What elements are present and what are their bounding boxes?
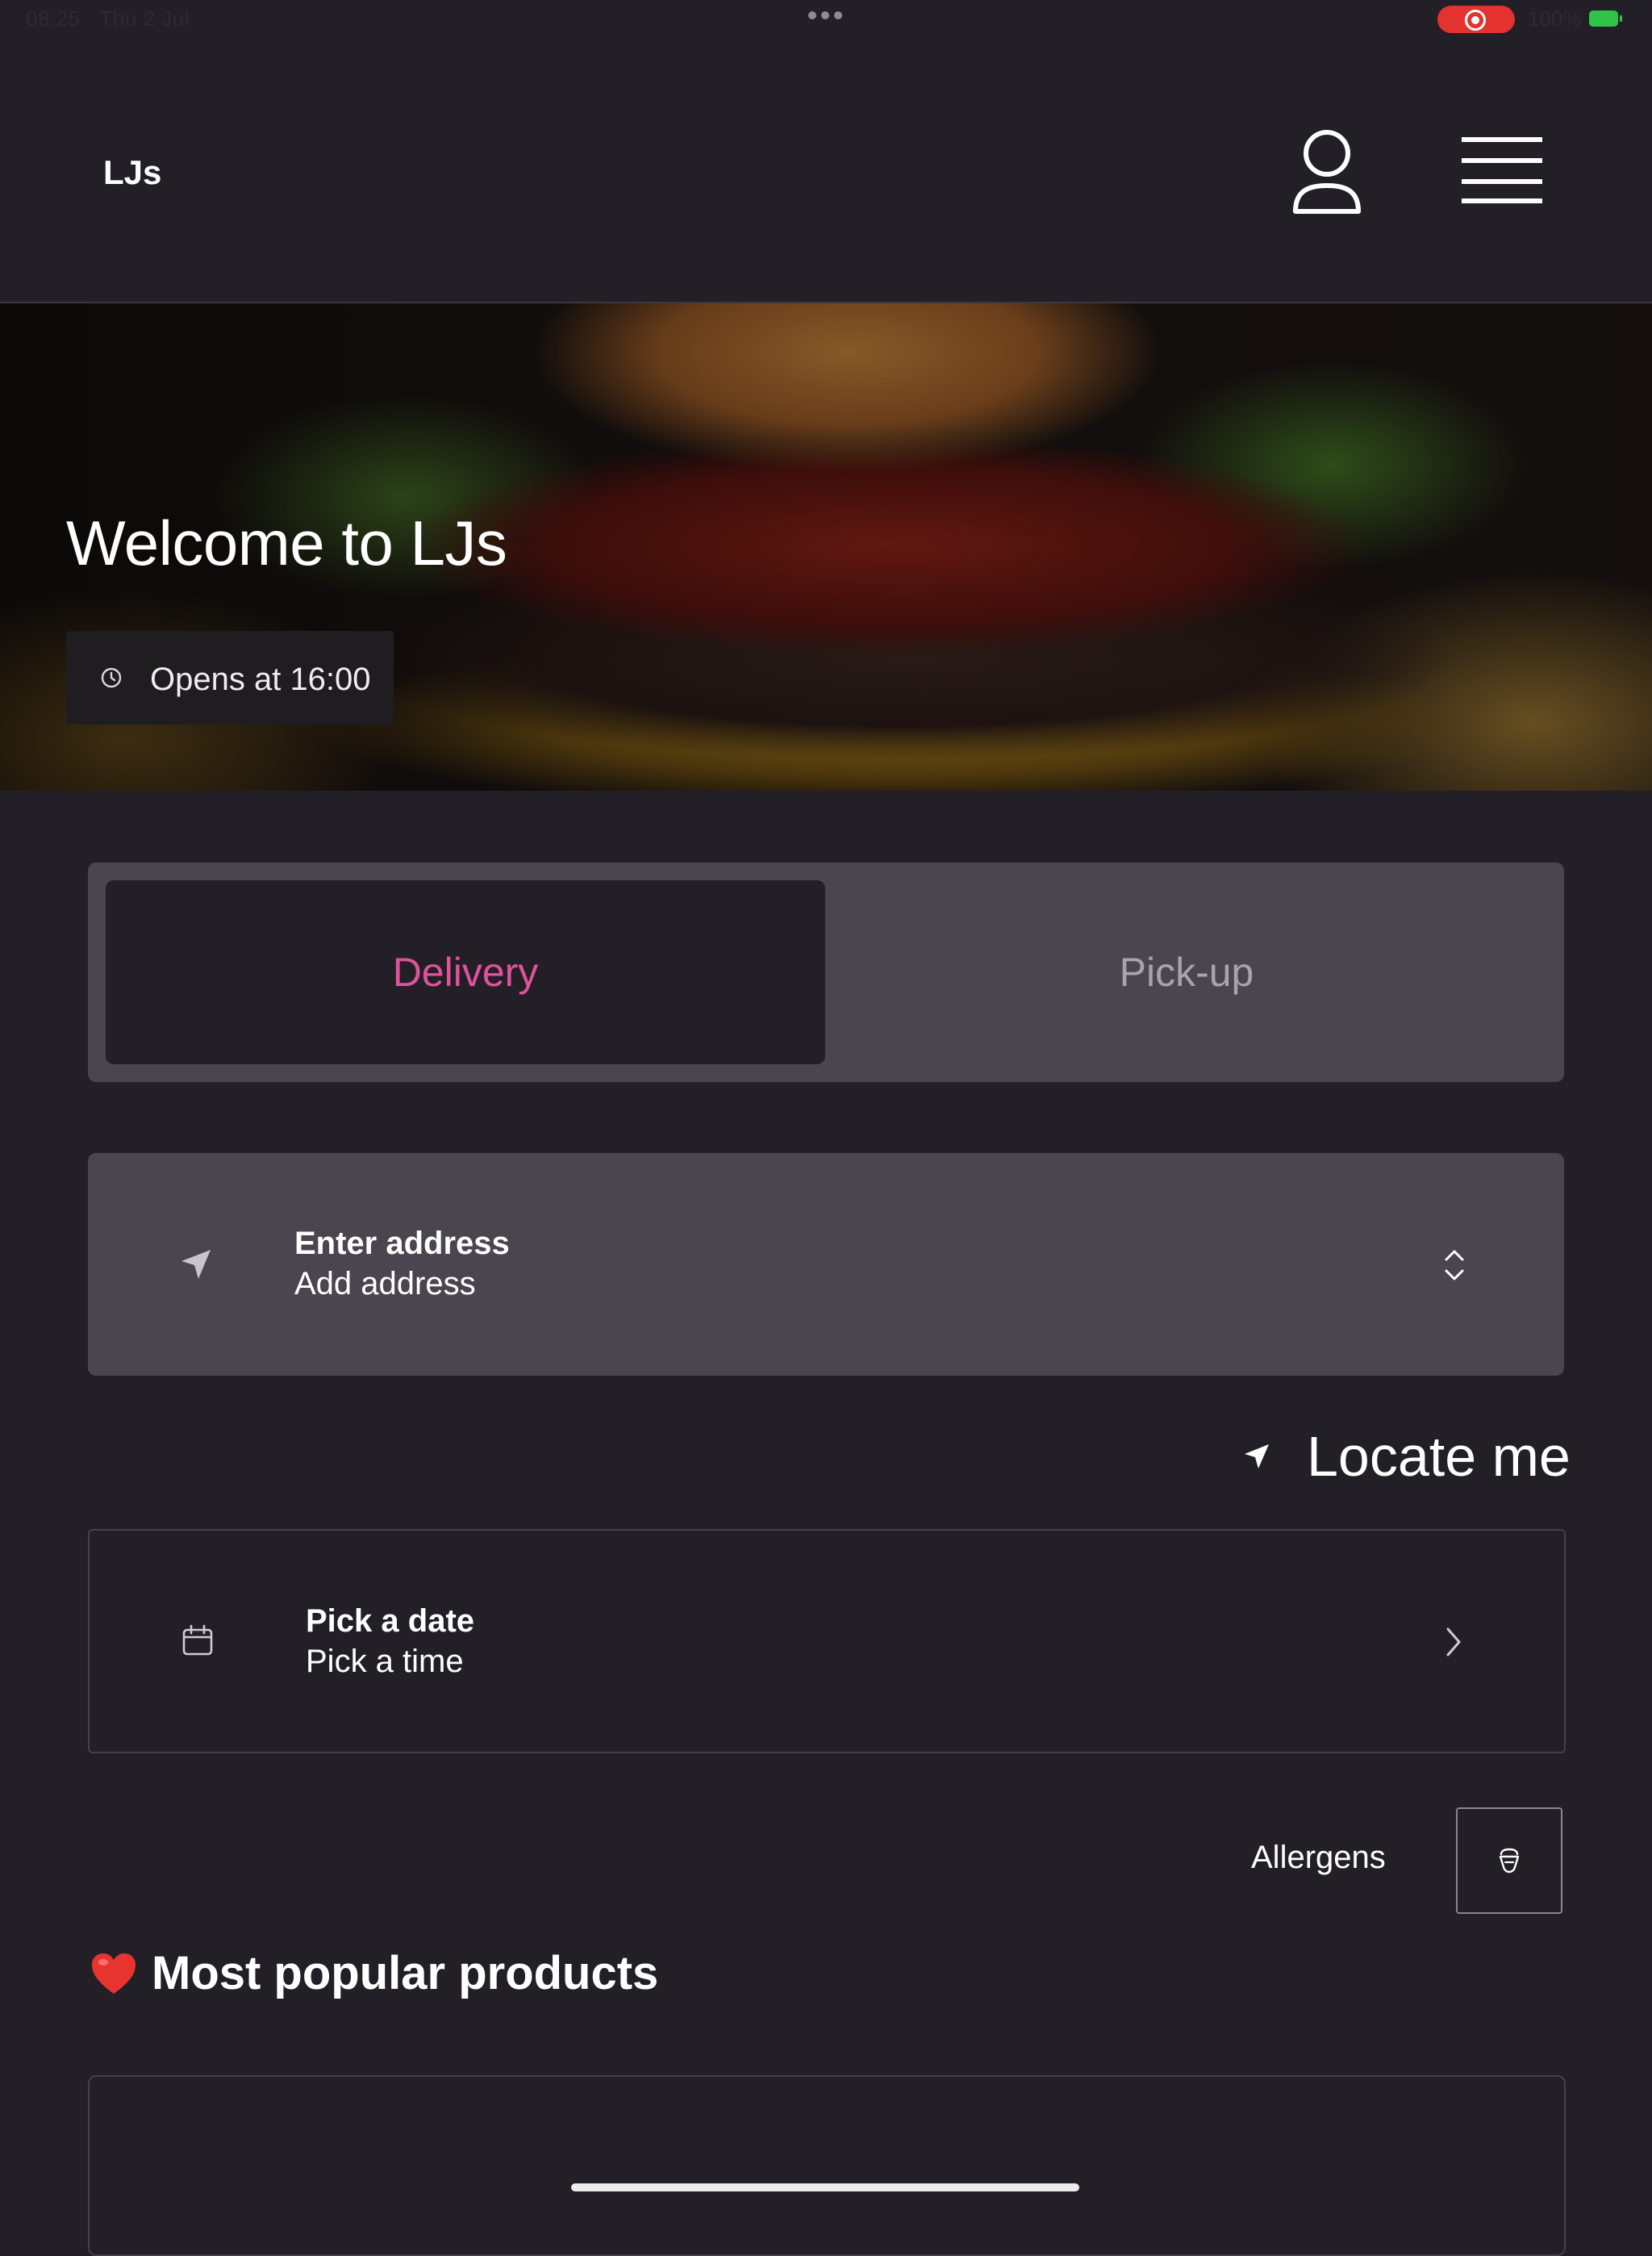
chevron-up-down-icon	[1445, 1250, 1464, 1280]
locate-me-button[interactable]: Locate me	[1242, 1420, 1571, 1493]
allergen-icon	[1499, 1848, 1520, 1874]
navigation-arrow-icon	[181, 1250, 211, 1279]
menu-icon[interactable]	[1462, 136, 1542, 205]
address-selector[interactable]: Enter address Add address	[88, 1153, 1564, 1376]
date-time-picker[interactable]: Pick a date Pick a time	[88, 1529, 1566, 1753]
order-type-toggle: Delivery Pick-up	[88, 863, 1564, 1082]
app-header	[0, 39, 1652, 303]
battery-icon	[1589, 10, 1622, 27]
status-bar-left: 08:25 Thu 2 Jul	[26, 6, 190, 31]
calendar-icon	[182, 1624, 213, 1656]
section-heading-popular: Most popular products	[90, 1946, 658, 2000]
opening-hours-text: Opens at 16:00	[150, 662, 371, 697]
product-card[interactable]	[88, 2075, 1566, 2256]
user-icon[interactable]	[1291, 127, 1363, 216]
welcome-title: Welcome to LJs	[66, 508, 507, 579]
brand-logo[interactable]: LJs	[103, 153, 161, 192]
popular-title: Most popular products	[152, 1947, 659, 1999]
address-label: Enter address	[294, 1226, 510, 1261]
status-date: Thu 2 Jul	[99, 6, 190, 31]
home-indicator[interactable]	[571, 2183, 1079, 2191]
navigation-arrow-icon	[1245, 1444, 1269, 1468]
screen-recording-icon	[1437, 6, 1515, 33]
heart-icon	[92, 1953, 136, 1994]
time-label: Pick a time	[306, 1644, 464, 1679]
clock-icon	[101, 667, 122, 688]
tab-pickup[interactable]: Pick-up	[827, 880, 1546, 1064]
tab-delivery[interactable]: Delivery	[106, 880, 825, 1064]
status-time: 08:25	[26, 6, 81, 31]
allergens-button[interactable]	[1456, 1807, 1562, 1914]
locate-me-label: Locate me	[1307, 1425, 1571, 1488]
date-label: Pick a date	[306, 1603, 475, 1639]
chevron-right-icon	[1446, 1627, 1461, 1656]
multitasking-dots-icon[interactable]	[808, 11, 844, 27]
opening-hours-badge: Opens at 16:00	[66, 631, 394, 725]
allergens-label: Allergens	[1251, 1840, 1386, 1875]
hero-banner: Welcome to LJs Opens at 16:00	[0, 303, 1652, 791]
battery-percentage: 100%	[1528, 6, 1582, 31]
address-value: Add address	[294, 1266, 476, 1301]
